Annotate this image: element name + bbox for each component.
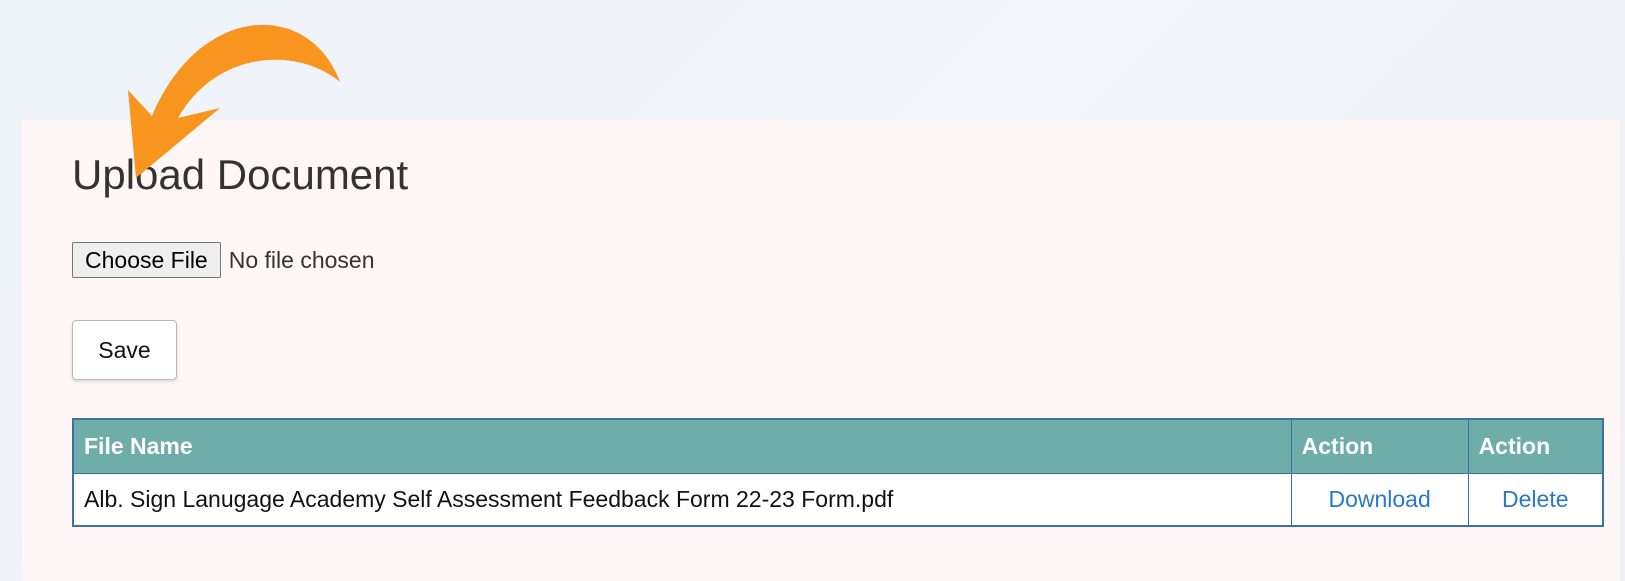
file-input[interactable]: Choose File No file chosen [72,242,374,278]
table-header-row: File Name Action Action [73,419,1603,473]
column-header-file-name: File Name [73,419,1292,473]
file-name-cell: Alb. Sign Lanugage Academy Self Assessme… [73,472,1292,526]
download-link[interactable]: Download [1328,486,1430,512]
choose-file-button[interactable]: Choose File [72,242,221,278]
upload-panel: Upload Document Choose File No file chos… [22,120,1620,581]
column-header-action: Action [1468,419,1603,473]
column-header-action: Action [1291,419,1469,473]
delete-link[interactable]: Delete [1502,486,1568,512]
documents-table: File Name Action Action Alb. Sign Lanuga… [72,418,1604,527]
download-cell: Download [1291,472,1469,526]
file-status-text: No file chosen [228,246,375,273]
page-title: Upload Document [72,151,409,198]
save-button[interactable]: Save [72,320,177,380]
table-row: Alb. Sign Lanugage Academy Self Assessme… [73,472,1603,526]
delete-cell: Delete [1468,472,1603,526]
